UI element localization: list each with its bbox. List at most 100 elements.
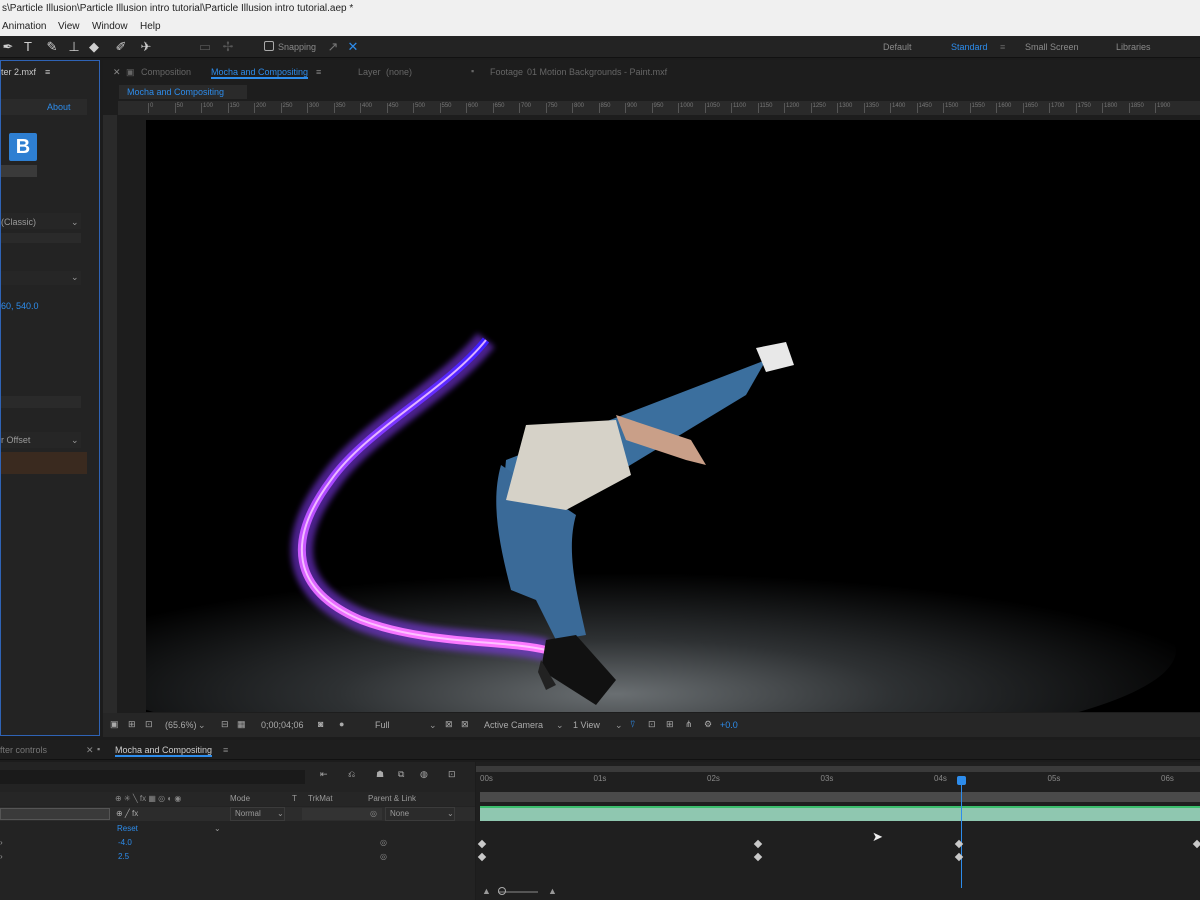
tab-footage[interactable]: 01 Motion Backgrounds - Paint.mxf (527, 67, 667, 77)
puppet-pin-icon[interactable]: ✈ (138, 39, 154, 55)
workspace-standard[interactable]: Standard (951, 42, 988, 52)
keyframe[interactable] (477, 852, 487, 862)
menu-help[interactable]: Help (140, 18, 161, 36)
parent-dropdown[interactable]: None (385, 807, 455, 821)
layer-row[interactable]: ⊕ ╱ fx Normal ⌄ ◎ None ⌄ (0, 807, 475, 821)
draft-3d-icon[interactable]: ⎌ (348, 769, 355, 780)
zoom-slider-handle[interactable] (498, 887, 506, 895)
tab-effect-controls[interactable]: fter controls (0, 745, 47, 755)
network-icon[interactable]: ⋔ (685, 719, 693, 730)
3d-view-icon[interactable]: ⊡ (648, 719, 656, 730)
type-tool-icon[interactable]: T (20, 39, 36, 55)
keyframe[interactable] (753, 839, 763, 849)
roto-brush-icon[interactable]: ✐ (113, 39, 129, 55)
keyframe[interactable] (1192, 839, 1200, 849)
snapping-checkbox[interactable] (264, 41, 274, 51)
footage-icon: ▪ (471, 66, 475, 76)
timeline-search-input[interactable] (0, 770, 305, 784)
frame-blend-icon[interactable]: ⧉ (398, 769, 404, 780)
menu-animation[interactable]: Animation (2, 18, 46, 36)
motion-blur-icon[interactable]: ◍ (420, 769, 428, 780)
mask-icon[interactable]: ⊡ (145, 719, 153, 730)
keyframe[interactable] (477, 839, 487, 849)
menu-window[interactable]: Window (92, 18, 128, 36)
views-dropdown[interactable]: 1 View (573, 720, 600, 730)
clone-stamp-icon[interactable]: ⊥ (66, 39, 82, 55)
workspace-default[interactable]: Default (883, 42, 912, 52)
ruler-tick-label: 650 (492, 103, 505, 113)
composition-canvas[interactable] (146, 120, 1200, 712)
expression-icon[interactable]: ◎ (380, 850, 387, 864)
time-marker: 00s (480, 774, 493, 783)
lock-icon[interactable]: ▣ (126, 67, 135, 78)
snap-icon[interactable]: ↗ (325, 39, 341, 55)
effect-row: Reset ⌄ (0, 822, 475, 836)
timeline-track-area[interactable]: 00s 01s 02s 03s 04s 05s 06s ➤ ▲ ▲ (476, 762, 1200, 900)
about-link[interactable]: About (47, 102, 71, 112)
property-value-1[interactable]: -4.0 (118, 836, 132, 850)
reset-link[interactable]: Reset (117, 822, 138, 836)
channel-icon[interactable]: ● (339, 719, 344, 729)
preview-icon[interactable]: ▣ (110, 719, 119, 730)
region-icon[interactable]: ⊟ (221, 719, 229, 730)
panel-menu-icon[interactable]: ≡ (223, 745, 228, 755)
ruler-tick-label: 600 (466, 103, 478, 113)
tab-composition-timeline[interactable]: Mocha and Compositing (115, 745, 213, 757)
settings-gear-icon[interactable]: ⚙ (704, 719, 712, 730)
camera-dropdown[interactable]: Active Camera (484, 720, 543, 730)
composition-breadcrumb[interactable]: Mocha and Compositing (127, 87, 224, 97)
keyframe[interactable] (753, 852, 763, 862)
comp-mini-flowchart-icon[interactable]: ⇤ (320, 769, 328, 780)
graph-editor-icon[interactable]: ⊡ (448, 769, 456, 780)
close-icon[interactable]: ✕ (86, 745, 94, 756)
expression-icon[interactable]: ◎ (380, 836, 387, 850)
property-value-2[interactable]: 2.5 (118, 850, 129, 864)
toggle-alpha-icon[interactable]: ⊠ (461, 719, 469, 730)
tab-layer[interactable]: (none) (386, 67, 412, 77)
workspace-small-screen[interactable]: Small Screen (1025, 42, 1079, 52)
align-icon[interactable]: ▭ (197, 39, 213, 55)
transparency-grid-icon[interactable]: ▦ (237, 719, 246, 730)
close-icon[interactable]: ✕ (113, 67, 121, 78)
fast-preview-icon[interactable]: ⊠ (445, 719, 453, 730)
workspace-menu-icon[interactable]: ≡ (1000, 42, 1005, 52)
work-area-bar[interactable] (480, 792, 1200, 802)
brush-tool-icon[interactable]: ✎ (44, 39, 60, 55)
timecode-display[interactable]: 0;00;04;06 (261, 720, 304, 730)
layer-duration-bar[interactable] (480, 808, 1200, 821)
zoom-dropdown[interactable]: (65.6%) (165, 720, 197, 730)
chevron-down-icon[interactable]: ⌄ (214, 822, 221, 836)
axis-icon[interactable]: ✢ (220, 39, 236, 55)
pickwhip-icon[interactable]: ◎ (370, 807, 377, 821)
chevron-down-icon[interactable]: ⌄ (71, 272, 79, 283)
playhead-handle[interactable] (957, 776, 966, 785)
blend-dropdown[interactable]: (Classic) (1, 217, 36, 227)
workspace-libraries[interactable]: Libraries (1116, 42, 1151, 52)
eraser-tool-icon[interactable]: ◆ (86, 39, 102, 55)
flowchart-icon[interactable]: ⍢ (630, 719, 635, 730)
playhead[interactable] (961, 776, 962, 888)
tab-composition[interactable]: Mocha and Compositing (211, 67, 309, 79)
offset-dropdown[interactable]: r Offset (1, 435, 30, 445)
zoom-out-icon[interactable]: ▲ (482, 886, 491, 896)
mode-value: Normal (235, 809, 261, 818)
time-ruler[interactable]: 00s 01s 02s 03s 04s 05s 06s (476, 772, 1200, 792)
exposure-value[interactable]: +0.0 (720, 720, 738, 730)
snapshot-icon[interactable]: ◙ (318, 719, 323, 729)
grid-icon[interactable]: ⊞ (128, 719, 136, 730)
parent-value: None (390, 809, 410, 818)
position-value[interactable]: 60, 540.0 (1, 301, 39, 311)
zoom-in-icon[interactable]: ▲ (548, 886, 557, 896)
panel-menu-icon[interactable]: ≡ (45, 67, 50, 77)
snap-edges-icon[interactable]: ✕ (345, 39, 361, 55)
chevron-down-icon: ⌄ (429, 720, 437, 730)
layer-switch-icons[interactable]: ⊕ ╱ fx (116, 807, 138, 821)
ruler-tick-label: 1350 (863, 103, 879, 113)
panel-menu-icon[interactable]: ≡ (316, 67, 321, 77)
shy-icon[interactable]: ☗ (376, 769, 384, 780)
layer-view-icon[interactable]: ⊞ (666, 719, 674, 730)
menu-view[interactable]: View (58, 18, 80, 36)
effect-controls-tab[interactable]: ter 2.mxf (1, 67, 36, 77)
pen-tool-icon[interactable]: ✒ (0, 39, 16, 55)
resolution-dropdown[interactable]: Full (375, 720, 390, 730)
